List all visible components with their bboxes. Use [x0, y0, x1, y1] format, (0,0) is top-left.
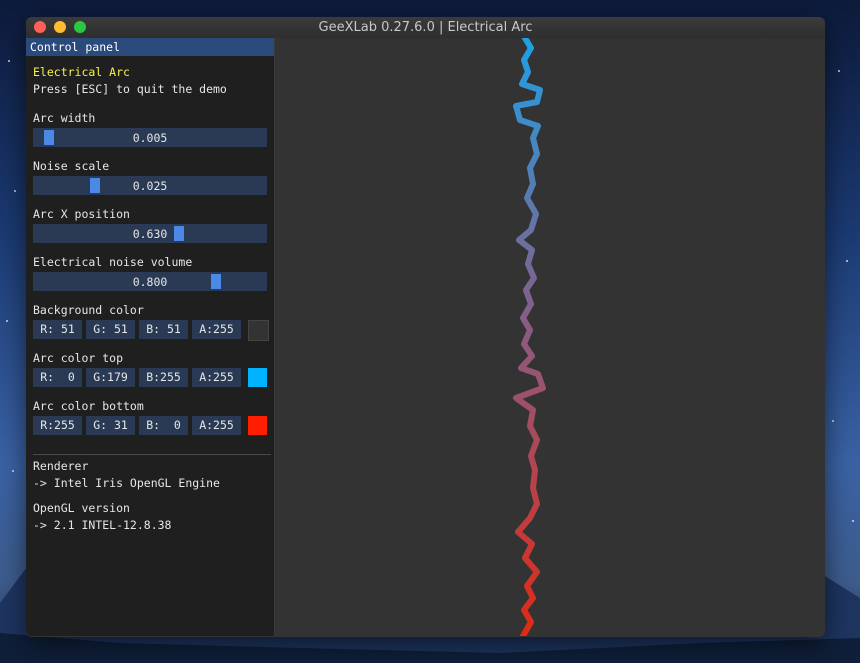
arc-top-label: Arc color top: [33, 351, 124, 365]
noise-volume-label: Electrical noise volume: [33, 255, 193, 269]
arc-width-slider[interactable]: 0.005: [33, 128, 267, 147]
app-window: GeeXLab 0.27.6.0 | Electrical Arc Contro…: [26, 17, 825, 637]
opengl-version-label: OpenGL version: [33, 501, 130, 515]
arc-x-value: 0.630: [132, 227, 168, 241]
control-panel-header[interactable]: Control panel: [26, 38, 274, 56]
arc-top-swatch[interactable]: [248, 368, 267, 387]
arc-bottom-a[interactable]: A:255: [192, 416, 241, 435]
arc-x-slider[interactable]: 0.630: [33, 224, 267, 243]
arc-x-label: Arc X position: [33, 207, 130, 221]
bg-color-a[interactable]: A:255: [192, 320, 241, 339]
arc-top-r[interactable]: R: 0: [33, 368, 82, 387]
arc-bottom-b[interactable]: B: 0: [139, 416, 188, 435]
opengl-version-value: -> 2.1 INTEL-12.8.38: [33, 518, 172, 532]
renderer-value: -> Intel Iris OpenGL Engine: [33, 476, 220, 490]
arc-bottom-r[interactable]: R:255: [33, 416, 82, 435]
noise-scale-value: 0.025: [132, 179, 168, 193]
electrical-arc: [513, 35, 546, 637]
quit-hint: Press [ESC] to quit the demo: [33, 82, 227, 96]
demo-title: Electrical Arc: [33, 65, 130, 79]
window-title: GeeXLab 0.27.6.0 | Electrical Arc: [318, 20, 533, 35]
arc-top-a[interactable]: A:255: [192, 368, 241, 387]
arc-top-b[interactable]: B:255: [139, 368, 188, 387]
bg-color-r[interactable]: R: 51: [33, 320, 82, 339]
arc-width-value: 0.005: [132, 131, 168, 145]
arc-top-g[interactable]: G:179: [86, 368, 135, 387]
noise-scale-label: Noise scale: [33, 159, 110, 173]
arc-bottom-swatch[interactable]: [248, 416, 267, 435]
bg-color-g[interactable]: G: 51: [86, 320, 135, 339]
control-panel-title: Control panel: [30, 40, 121, 54]
bg-color-b[interactable]: B: 51: [139, 320, 188, 339]
title-bar: GeeXLab 0.27.6.0 | Electrical Arc: [26, 17, 825, 39]
bg-color-label: Background color: [33, 303, 144, 317]
arc-bottom-g[interactable]: G: 31: [86, 416, 135, 435]
noise-scale-slider[interactable]: 0.025: [33, 176, 267, 195]
noise-volume-value: 0.800: [132, 275, 168, 289]
noise-volume-slider[interactable]: 0.800: [33, 272, 267, 291]
renderer-label: Renderer: [33, 459, 89, 473]
panel-separator: [33, 454, 271, 455]
arc-bottom-label: Arc color bottom: [33, 399, 144, 413]
control-panel: Control panel Electrical Arc Press [ESC]…: [26, 38, 275, 636]
render-viewport[interactable]: [275, 35, 825, 637]
arc-width-label: Arc width: [33, 111, 96, 125]
bg-color-swatch[interactable]: [248, 320, 269, 341]
